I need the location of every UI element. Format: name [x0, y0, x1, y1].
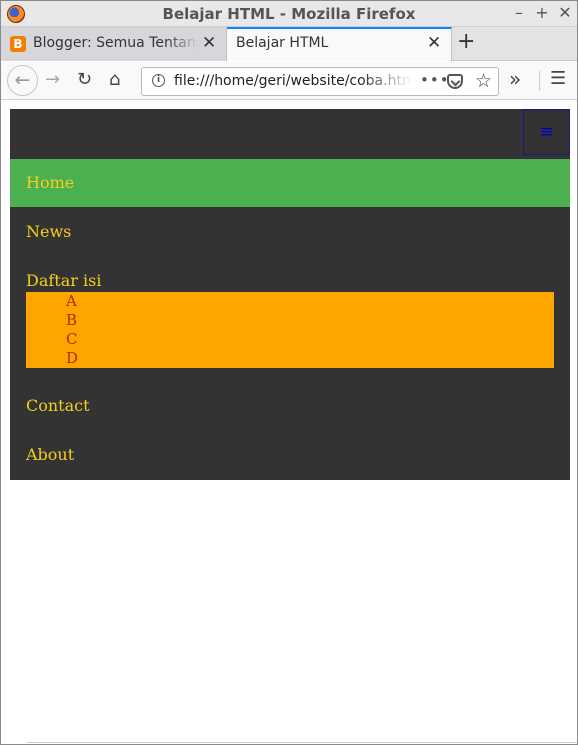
- tab-belajar-html[interactable]: Belajar HTML ✕: [227, 27, 452, 61]
- new-tab-button[interactable]: +: [457, 29, 475, 54]
- firefox-window: Belajar HTML - Mozilla Firefox – + ✕ B B…: [0, 0, 578, 745]
- close-window-button[interactable]: ✕: [555, 3, 575, 22]
- url-bar[interactable]: i file:///home/geri/website/coba.html ••…: [141, 67, 499, 96]
- page-actions-icon[interactable]: •••: [420, 71, 450, 89]
- overflow-chevron-icon[interactable]: »: [509, 67, 521, 91]
- window-title: Belajar HTML - Mozilla Firefox: [162, 5, 416, 23]
- nav-link-contact[interactable]: Contact: [10, 382, 570, 430]
- maximize-button[interactable]: +: [532, 3, 552, 22]
- tab-strip: B Blogger: Semua Tentang Blog ✕ Belajar …: [1, 27, 577, 61]
- submenu-item-a[interactable]: A: [66, 292, 77, 310]
- navigation-toolbar: ← → ↻ ⌂ i file:///home/geri/website/coba…: [1, 62, 577, 100]
- submenu-item-c[interactable]: C: [66, 330, 77, 348]
- bookmark-star-icon[interactable]: ☆: [475, 70, 492, 92]
- tab-label: Belajar HTML: [236, 35, 329, 51]
- menu-toggle-icon[interactable]: ≡: [523, 109, 570, 155]
- site-info-icon[interactable]: i: [152, 74, 165, 87]
- back-arrow-icon[interactable]: ←: [7, 65, 38, 96]
- pocket-icon[interactable]: [447, 74, 463, 89]
- url-text[interactable]: file:///home/geri/website/coba.html: [174, 73, 412, 89]
- nav-link-home[interactable]: Home: [10, 159, 570, 207]
- site-navigation: ≡ Home News Daftar isi A B C D Contact A…: [10, 109, 570, 480]
- daftar-isi-submenu: A B C D: [26, 292, 554, 368]
- blogger-favicon-icon: B: [10, 36, 26, 52]
- tab-blogger[interactable]: B Blogger: Semua Tentang Blog ✕: [1, 27, 227, 61]
- submenu-item-b[interactable]: B: [66, 311, 77, 329]
- submenu-item-d[interactable]: D: [66, 349, 78, 367]
- forward-arrow-icon[interactable]: →: [45, 69, 60, 90]
- page-viewport: ≡ Home News Daftar isi A B C D Contact A…: [1, 101, 577, 744]
- status-divider: [27, 742, 577, 743]
- nav-header: ≡: [10, 109, 570, 157]
- tab-label: Blogger: Semua Tentang Blog: [33, 35, 199, 51]
- toolbar-divider: [539, 71, 540, 91]
- close-tab-icon[interactable]: ✕: [202, 33, 216, 53]
- reload-icon[interactable]: ↻: [77, 69, 92, 90]
- home-icon[interactable]: ⌂: [109, 69, 120, 90]
- close-tab-icon[interactable]: ✕: [427, 33, 441, 53]
- nav-link-news[interactable]: News: [10, 208, 570, 256]
- browser-menu-icon[interactable]: ☰: [550, 68, 566, 89]
- title-bar: Belajar HTML - Mozilla Firefox – + ✕: [1, 1, 577, 27]
- minimize-button[interactable]: –: [509, 3, 529, 22]
- nav-link-about[interactable]: About: [10, 431, 570, 479]
